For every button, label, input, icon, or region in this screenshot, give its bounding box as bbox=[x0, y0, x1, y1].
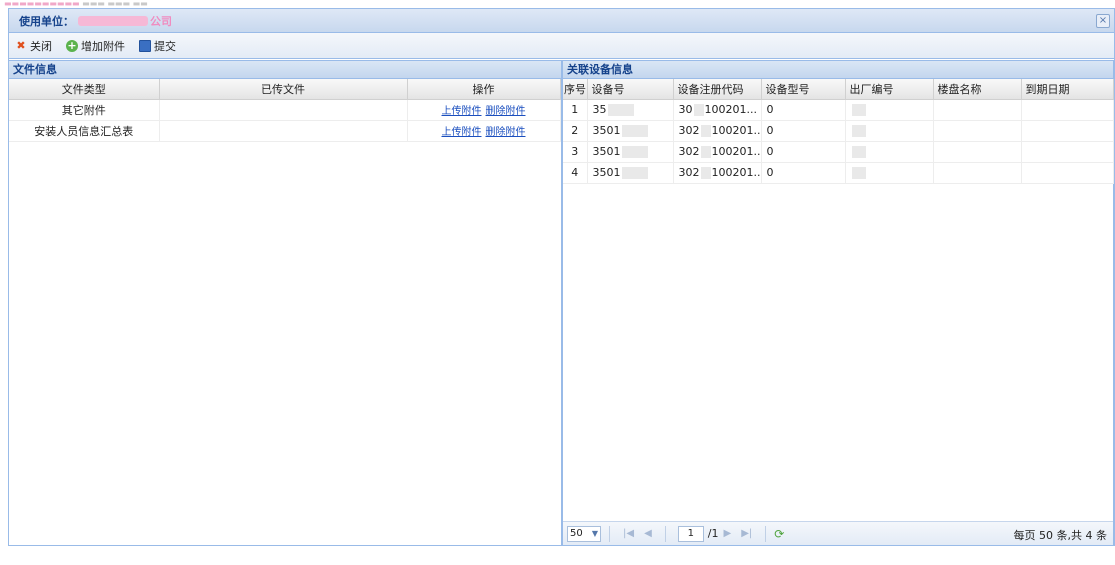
dialog-window: 使用单位： 公司 × ✖ 关闭 + 增加附件 提交 文件信息 文件类型 已传文件… bbox=[8, 8, 1115, 546]
file-table: 文件类型 已传文件 操作 其它附件 上传附件 删除附件 安装人员信息汇总表 上传… bbox=[9, 79, 561, 142]
column-header-seq[interactable]: 序号 bbox=[563, 79, 588, 100]
building-name-cell bbox=[933, 120, 1022, 142]
reg-code-cell: 30 100201... bbox=[673, 99, 762, 121]
column-header-reg-code[interactable]: 设备注册代码 bbox=[673, 79, 762, 100]
file-type-cell: 安装人员信息汇总表 bbox=[9, 120, 160, 142]
file-info-title: 文件信息 bbox=[9, 61, 561, 79]
column-header-expiry-date[interactable]: 到期日期 bbox=[1021, 79, 1114, 100]
device-no-cell: 3501 bbox=[587, 162, 674, 184]
seq-cell: 1 bbox=[563, 99, 588, 121]
device-info-title: 关联设备信息 bbox=[563, 61, 1113, 79]
uploaded-file-cell bbox=[159, 120, 408, 142]
building-name-cell bbox=[933, 162, 1022, 184]
reg-code-cell: 302 100201... bbox=[673, 162, 762, 184]
pagination-bar: 50 ▼ |◀ ◀ 1 /1 ▶ ▶| ⟳ 每页 50 条,共 4 条 bbox=[563, 521, 1113, 545]
factory-no-cell bbox=[845, 99, 934, 121]
table-row[interactable]: 其它附件 上传附件 删除附件 bbox=[9, 99, 561, 121]
add-icon: + bbox=[66, 38, 78, 52]
close-button-label: 关闭 bbox=[30, 39, 52, 53]
device-no-cell: 3501 bbox=[587, 141, 674, 163]
device-table: 序号 设备号 设备注册代码 设备型号 出厂编号 楼盘名称 到期日期 1 35 3… bbox=[563, 79, 1114, 184]
file-type-cell: 其它附件 bbox=[9, 99, 160, 121]
model-cell: 0 bbox=[761, 162, 846, 184]
close-icon[interactable]: × bbox=[1096, 14, 1110, 28]
reg-code-cell: 302 100201... bbox=[673, 141, 762, 163]
column-header-building-name[interactable]: 楼盘名称 bbox=[933, 79, 1022, 100]
table-row[interactable]: 安装人员信息汇总表 上传附件 删除附件 bbox=[9, 120, 561, 142]
action-cell: 上传附件 删除附件 bbox=[407, 99, 561, 121]
page-number-input[interactable]: 1 bbox=[677, 525, 704, 542]
column-header-model[interactable]: 设备型号 bbox=[761, 79, 846, 100]
submit-button[interactable]: 提交 bbox=[139, 38, 176, 54]
factory-no-cell bbox=[845, 141, 934, 163]
device-no-cell: 35 bbox=[587, 99, 674, 121]
prev-page-icon[interactable]: ◀ bbox=[644, 528, 652, 539]
column-header-device-no[interactable]: 设备号 bbox=[587, 79, 674, 100]
pager-summary: 每页 50 条,共 4 条 bbox=[1013, 529, 1107, 542]
save-icon bbox=[139, 39, 151, 52]
submit-button-label: 提交 bbox=[154, 39, 176, 53]
total-pages-label: /1 bbox=[707, 527, 719, 540]
seq-cell: 2 bbox=[563, 120, 588, 142]
column-header-uploaded-file[interactable]: 已传文件 bbox=[159, 79, 408, 100]
add-attachment-label: 增加附件 bbox=[81, 39, 125, 53]
seq-cell: 4 bbox=[563, 162, 588, 184]
delete-attachment-link[interactable]: 删除附件 bbox=[486, 127, 526, 138]
divider bbox=[609, 525, 610, 542]
expiry-date-cell bbox=[1021, 162, 1114, 184]
model-cell: 0 bbox=[761, 120, 846, 142]
seq-cell: 3 bbox=[563, 141, 588, 163]
model-cell: 0 bbox=[761, 99, 846, 121]
upload-attachment-link[interactable]: 上传附件 bbox=[442, 106, 482, 117]
table-row[interactable]: 2 3501 302 100201... 0 bbox=[563, 120, 1114, 142]
factory-no-cell bbox=[845, 162, 934, 184]
close-icon: ✖ bbox=[16, 38, 26, 52]
building-name-cell bbox=[933, 99, 1022, 121]
title-bar[interactable]: 使用单位： 公司 × bbox=[9, 9, 1114, 33]
add-attachment-button[interactable]: + 增加附件 bbox=[66, 38, 125, 54]
delete-attachment-link[interactable]: 删除附件 bbox=[486, 106, 526, 117]
title-label: 使用单位： bbox=[19, 14, 74, 28]
factory-no-cell bbox=[845, 120, 934, 142]
device-no-cell: 3501 bbox=[587, 120, 674, 142]
reg-code-cell: 302 100201... bbox=[673, 120, 762, 142]
model-cell: 0 bbox=[761, 141, 846, 163]
column-header-file-type[interactable]: 文件类型 bbox=[9, 79, 160, 100]
first-page-icon[interactable]: |◀ bbox=[623, 528, 634, 539]
column-header-action[interactable]: 操作 bbox=[407, 79, 561, 100]
last-page-icon[interactable]: ▶| bbox=[741, 528, 752, 539]
table-row[interactable]: 4 3501 302 100201... 0 bbox=[563, 162, 1114, 184]
chevron-down-icon: ▼ bbox=[591, 529, 598, 538]
table-row[interactable]: 1 35 30 100201... 0 bbox=[563, 99, 1114, 121]
building-name-cell bbox=[933, 141, 1022, 163]
device-info-panel: 关联设备信息 序号 设备号 设备注册代码 设备型号 出厂编号 楼盘名称 到期日期 bbox=[562, 60, 1114, 546]
page-size-select[interactable]: 50 ▼ bbox=[567, 525, 601, 542]
column-header-factory-no[interactable]: 出厂编号 bbox=[845, 79, 934, 100]
toolbar: ✖ 关闭 + 增加附件 提交 bbox=[9, 33, 1114, 59]
expiry-date-cell bbox=[1021, 99, 1114, 121]
expiry-date-cell bbox=[1021, 141, 1114, 163]
status-area bbox=[8, 546, 1115, 565]
refresh-icon[interactable]: ⟳ bbox=[774, 527, 784, 541]
table-row[interactable]: 3 3501 302 100201... 0 bbox=[563, 141, 1114, 163]
file-info-panel: 文件信息 文件类型 已传文件 操作 其它附件 上传附件 删除附件 安装人员信息汇… bbox=[9, 60, 562, 546]
expiry-date-cell bbox=[1021, 120, 1114, 142]
divider bbox=[664, 525, 666, 542]
close-button[interactable]: ✖ 关闭 bbox=[15, 38, 52, 54]
action-cell: 上传附件 删除附件 bbox=[407, 120, 561, 142]
company-name: 公司 bbox=[78, 13, 172, 29]
divider bbox=[765, 525, 767, 542]
upload-attachment-link[interactable]: 上传附件 bbox=[442, 127, 482, 138]
next-page-icon[interactable]: ▶ bbox=[723, 528, 731, 539]
uploaded-file-cell bbox=[159, 99, 408, 121]
